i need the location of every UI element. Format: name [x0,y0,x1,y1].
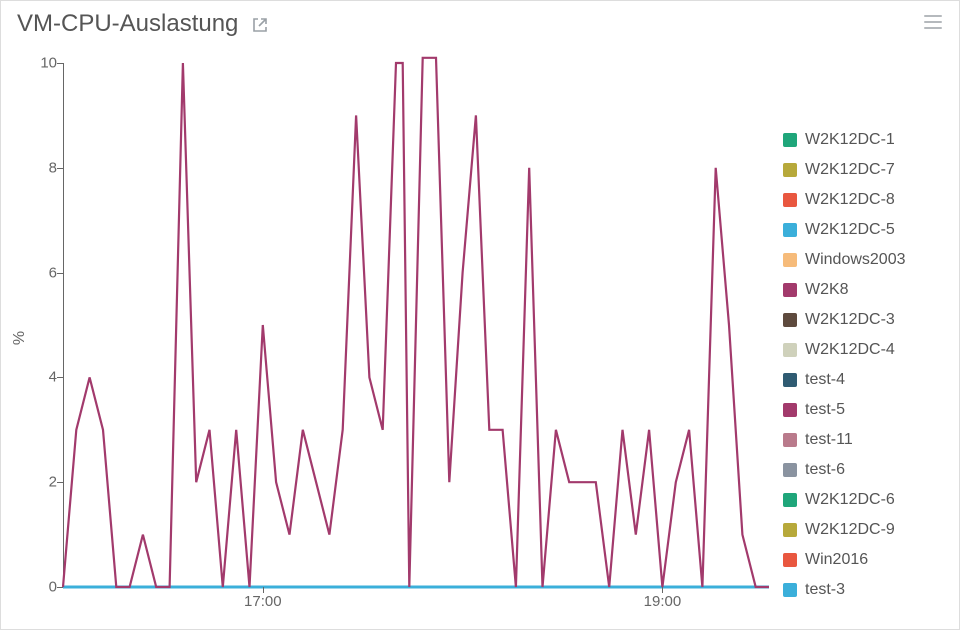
panel-menu-icon[interactable] [923,12,943,37]
y-tick-label: 6 [49,264,57,281]
legend-label: W2K12DC-6 [805,491,895,509]
legend-item[interactable]: W2K12DC-1 [783,125,943,155]
legend-label: test-3 [805,581,845,599]
legend-label: W2K12DC-8 [805,191,895,209]
y-tick-mark [57,482,63,483]
y-tick-label: 10 [40,55,57,72]
legend-swatch [783,373,797,387]
y-tick-label: 2 [49,474,57,491]
panel-header: VM-CPU-Auslastung [1,1,959,47]
legend-swatch [783,403,797,417]
legend-item[interactable]: W2K12DC-3 [783,305,943,335]
legend-item[interactable]: W2K8 [783,275,943,305]
legend-swatch [783,433,797,447]
legend-label: Windows2003 [805,251,906,269]
legend-item[interactable]: test-11 [783,425,943,455]
legend-swatch [783,553,797,567]
legend-swatch [783,343,797,357]
legend-label: W2K12DC-1 [805,131,895,149]
legend-label: W2K8 [805,281,849,299]
legend-label: test-11 [805,431,853,449]
legend-item[interactable]: test-4 [783,365,943,395]
legend-label: W2K12DC-3 [805,311,895,329]
legend-swatch [783,493,797,507]
y-axis-label: % [11,331,29,345]
chart-panel: VM-CPU-Auslastung % 024681017:0019:00 W2… [0,0,960,630]
x-tick-label: 17:00 [244,593,282,610]
legend-swatch [783,193,797,207]
legend-item[interactable]: W2K12DC-7 [783,155,943,185]
legend-label: test-5 [805,401,845,419]
legend-item[interactable]: W2K12DC-8 [783,185,943,215]
legend-label: Win2016 [805,551,868,569]
legend-swatch [783,313,797,327]
legend-label: W2K12DC-4 [805,341,895,359]
legend-item[interactable]: W2K12DC-9 [783,515,943,545]
chart-body: % 024681017:0019:00 W2K12DC-1W2K12DC-7W2… [1,47,959,629]
legend-swatch [783,253,797,267]
legend: W2K12DC-1 W2K12DC-7 W2K12DC-8 W2K12DC-5 Wind… [783,125,943,605]
legend-item[interactable]: Windows2003 [783,245,943,275]
legend-swatch [783,163,797,177]
chart-title: VM-CPU-Auslastung [17,10,238,38]
legend-label: W2K12DC-5 [805,221,895,239]
legend-item[interactable]: W2K12DC-6 [783,485,943,515]
popout-icon[interactable] [252,17,268,33]
y-tick-mark [57,168,63,169]
legend-label: test-4 [805,371,845,389]
legend-swatch [783,463,797,477]
chart-lines [63,63,769,587]
legend-label: W2K12DC-9 [805,521,895,539]
y-tick-mark [57,587,63,588]
legend-label: test-6 [805,461,845,479]
series-line [63,58,769,587]
x-tick-mark [263,587,264,593]
plot-area: 024681017:0019:00 [63,63,769,587]
y-tick-mark [57,63,63,64]
x-tick-mark [662,587,663,593]
legend-item[interactable]: W2K12DC-4 [783,335,943,365]
legend-swatch [783,283,797,297]
legend-swatch [783,523,797,537]
legend-swatch [783,133,797,147]
legend-label: W2K12DC-7 [805,161,895,179]
y-tick-label: 8 [49,159,57,176]
legend-item[interactable]: test-6 [783,455,943,485]
x-tick-label: 19:00 [644,593,682,610]
legend-item[interactable]: W2K12DC-5 [783,215,943,245]
legend-item[interactable]: Win2016 [783,545,943,575]
legend-item[interactable]: test-5 [783,395,943,425]
legend-item[interactable]: test-3 [783,575,943,605]
y-tick-label: 0 [49,579,57,596]
legend-swatch [783,223,797,237]
y-tick-label: 4 [49,369,57,386]
y-tick-mark [57,273,63,274]
y-tick-mark [57,377,63,378]
legend-swatch [783,583,797,597]
